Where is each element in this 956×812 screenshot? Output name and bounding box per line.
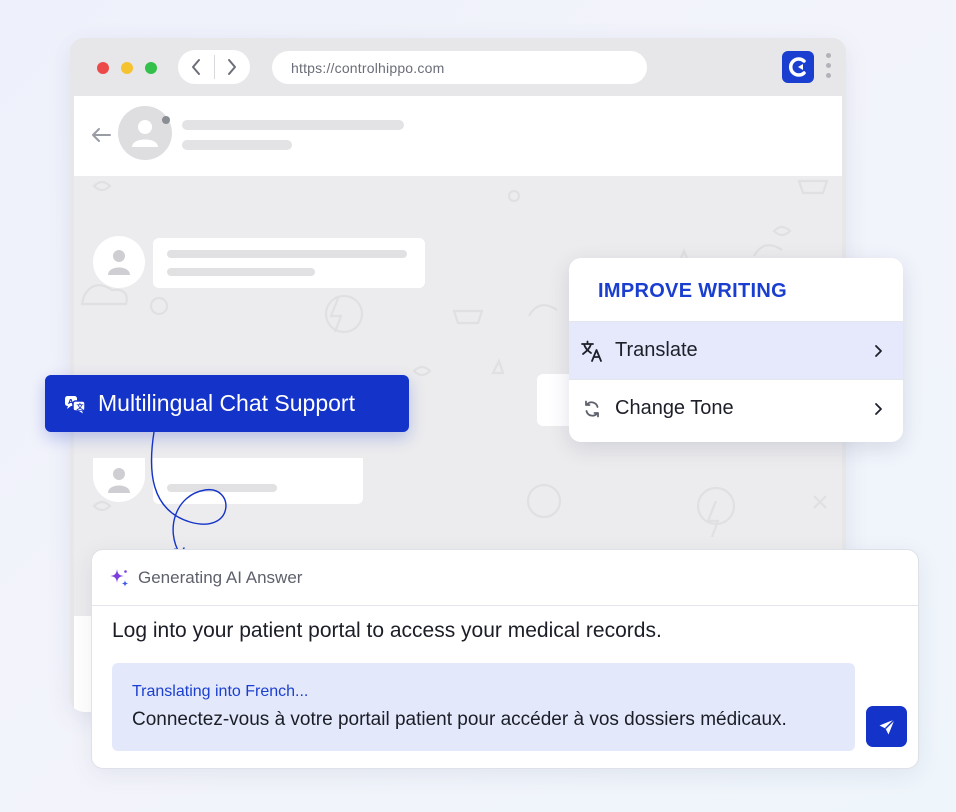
browser-nav xyxy=(178,50,250,84)
chat-translate-icon: A 文 xyxy=(64,393,86,415)
contact-name-placeholder xyxy=(182,120,404,130)
user-icon xyxy=(132,120,158,147)
more-options-icon[interactable] xyxy=(826,53,832,81)
send-button[interactable] xyxy=(866,706,907,747)
chevron-right-icon xyxy=(867,402,889,416)
minimize-window-dot[interactable] xyxy=(121,62,133,74)
translation-box: Translating into French... Connectez-vou… xyxy=(112,663,855,751)
forward-button[interactable] xyxy=(214,50,250,84)
improve-writing-menu: IMPROVE WRITING Translate Change Tone xyxy=(569,258,903,442)
contact-status-placeholder xyxy=(182,140,292,150)
address-bar[interactable]: https://controlhippo.com xyxy=(272,51,647,84)
menu-item-translate[interactable]: Translate xyxy=(569,321,903,379)
translation-text: Connectez-vous à votre portail patient p… xyxy=(132,709,787,730)
svg-text:文: 文 xyxy=(77,402,85,411)
ai-answer-header: Generating AI Answer xyxy=(92,550,918,606)
menu-item-label: Change Tone xyxy=(615,397,734,419)
badge-label: Multilingual Chat Support xyxy=(98,390,355,416)
controlhippo-logo-icon[interactable] xyxy=(782,51,814,83)
url-text: https://controlhippo.com xyxy=(291,59,445,76)
logo-mark xyxy=(788,57,806,77)
back-button[interactable] xyxy=(178,50,214,84)
contact-avatar[interactable] xyxy=(118,106,172,160)
close-window-dot[interactable] xyxy=(97,62,109,74)
translation-status: Translating into French... xyxy=(132,683,309,700)
connector-arrow xyxy=(150,431,227,558)
translate-icon xyxy=(580,339,604,363)
send-icon xyxy=(879,718,895,734)
sender-avatar xyxy=(93,236,145,288)
chevron-left-icon xyxy=(191,59,200,75)
message-line-placeholder xyxy=(167,268,315,276)
message-bubble xyxy=(153,238,425,288)
multilingual-chat-badge: A 文 Multilingual Chat Support xyxy=(45,375,409,432)
browser-titlebar: https://controlhippo.com xyxy=(70,38,846,96)
ai-header-label: Generating AI Answer xyxy=(138,567,303,587)
chevron-right-icon xyxy=(228,59,237,75)
maximize-window-dot[interactable] xyxy=(145,62,157,74)
arrow-left-icon[interactable] xyxy=(91,127,111,143)
message-line-placeholder xyxy=(167,250,407,258)
menu-title: IMPROVE WRITING xyxy=(598,280,787,302)
svg-text:A: A xyxy=(68,398,74,406)
chevron-right-icon xyxy=(867,344,889,358)
ai-answer-panel: Generating AI Answer Log into your patie… xyxy=(91,549,919,769)
online-status-dot xyxy=(162,116,170,124)
refresh-icon xyxy=(580,397,604,421)
user-icon xyxy=(108,250,130,275)
chat-header xyxy=(74,96,842,176)
sparkle-icon xyxy=(107,566,131,590)
ai-answer-text: Log into your patient portal to access y… xyxy=(112,619,662,642)
menu-item-change-tone[interactable]: Change Tone xyxy=(569,379,903,437)
user-icon xyxy=(108,468,130,493)
menu-item-label: Translate xyxy=(615,339,698,361)
